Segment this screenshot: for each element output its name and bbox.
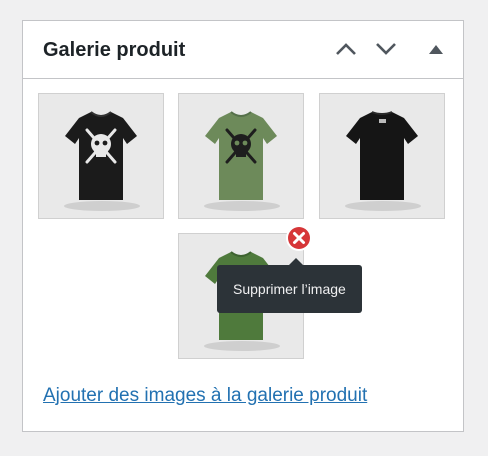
gallery-image-4[interactable]: Supprimer l’image [178,225,362,359]
gallery-image-3[interactable] [319,93,445,219]
chevron-down-icon [376,43,396,55]
move-down-button[interactable] [368,31,404,67]
chevron-up-icon [336,43,356,55]
delete-image-tooltip: Supprimer l’image [217,258,362,313]
delete-image-button[interactable] [286,225,312,251]
toggle-panel-button[interactable] [418,31,454,67]
gallery-image-2[interactable] [178,93,304,219]
add-gallery-images-link[interactable]: Ajouter des images à la galerie produit [43,385,367,407]
product-gallery-metabox: Galerie produit Supprimer l’image Ajoute… [22,20,464,432]
metabox-header: Galerie produit [23,21,463,79]
tshirt-black-back-image [345,111,421,211]
move-up-button[interactable] [328,31,364,67]
close-circle-icon [288,227,310,249]
triangle-up-icon [429,45,443,54]
gallery-images: Supprimer l’image [23,79,463,369]
metabox-title: Galerie produit [43,39,186,61]
tshirt-black-skull-image [64,111,140,211]
tshirt-green-skull-image [204,111,280,211]
gallery-image-1[interactable] [38,93,164,219]
